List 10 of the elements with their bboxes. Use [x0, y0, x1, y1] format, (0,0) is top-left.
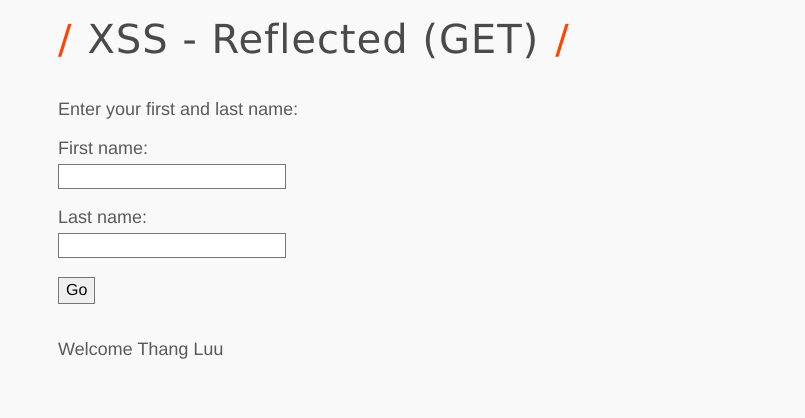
go-button[interactable]: Go: [58, 277, 96, 304]
input-field[interactable]: [58, 233, 286, 258]
slash-mark: /: [58, 17, 72, 63]
input-field[interactable]: [58, 164, 286, 189]
page-title: XSS - Reflected (GET): [87, 17, 540, 63]
instruction-text: Enter your first and last name:: [58, 98, 300, 120]
field-label: First name:: [58, 137, 148, 159]
field-label: Last name:: [58, 206, 148, 228]
slash-mark: /: [555, 17, 569, 63]
welcome-message: Welcome Thang Luu: [58, 338, 224, 360]
